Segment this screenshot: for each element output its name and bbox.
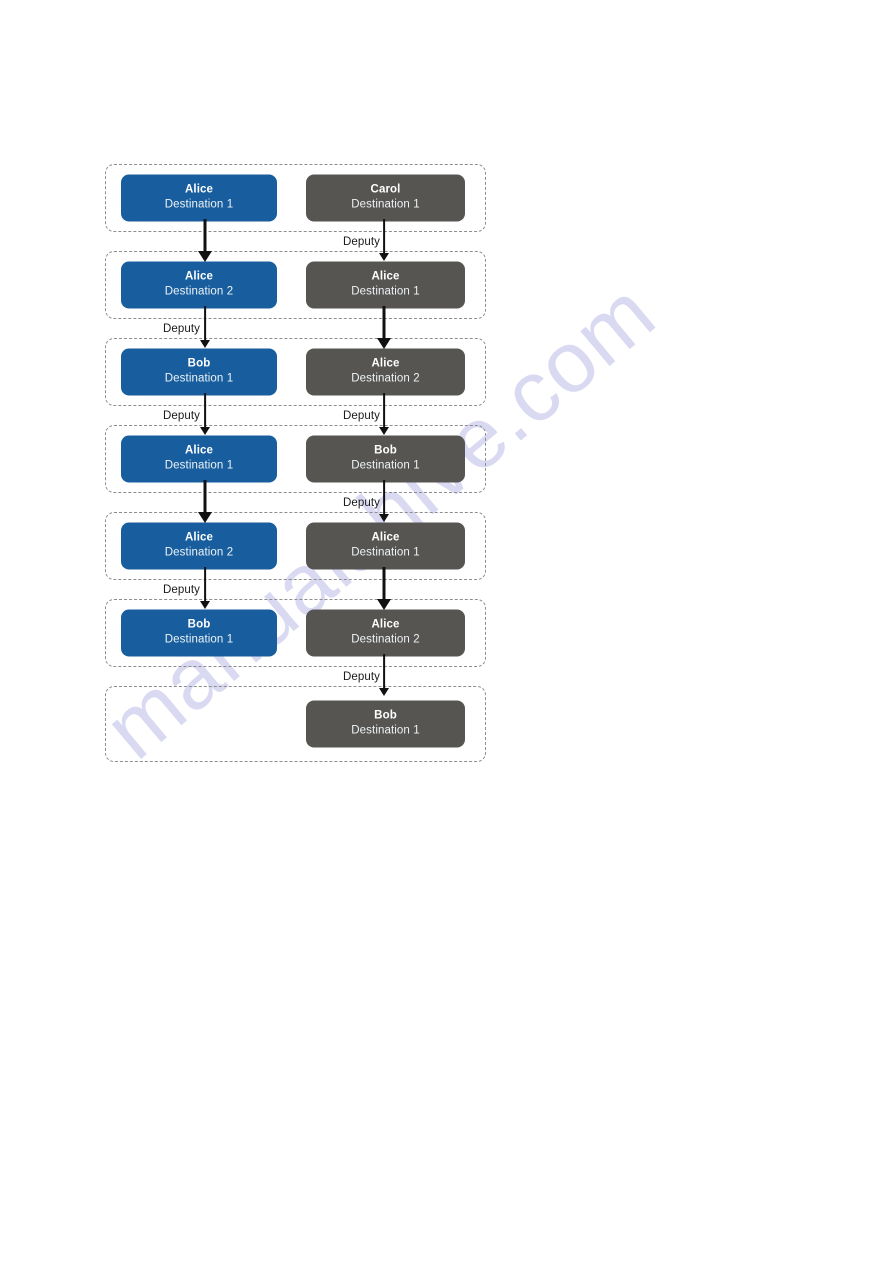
node-right-row4[interactable]: Bob Destination 1 — [306, 435, 465, 483]
node-destination: Destination 1 — [351, 285, 420, 298]
edge-label-right-1-2: Deputy — [343, 236, 381, 248]
node-destination: Destination 1 — [164, 633, 234, 646]
edge-label-right-3-4: Deputy — [343, 410, 381, 422]
node-destination: Destination 2 — [351, 633, 420, 646]
node-name: Alice — [371, 357, 400, 370]
node-left-row6[interactable]: Bob Destination 1 — [121, 609, 277, 657]
node-destination: Destination 1 — [164, 198, 234, 211]
node-left-row5[interactable]: Alice Destination 2 — [121, 522, 277, 570]
node-destination: Destination 2 — [351, 372, 420, 385]
node-left-row4[interactable]: Alice Destination 1 — [121, 435, 277, 483]
node-name: Alice — [371, 531, 400, 544]
diagram-row: Alice Destination 1 Bob Destination 1 — [105, 425, 486, 493]
node-name: Bob — [187, 618, 211, 631]
node-right-row5[interactable]: Alice Destination 1 — [306, 522, 465, 570]
diagram-row: Alice Destination 1 Carol Destination 1 — [105, 164, 486, 232]
node-name: Alice — [371, 270, 400, 283]
node-name: Alice — [185, 270, 213, 283]
node-destination: Destination 1 — [351, 546, 420, 559]
diagram-row: Bob Destination 1 Alice Destination 2 — [105, 599, 486, 667]
node-destination: Destination 1 — [164, 372, 234, 385]
diagram-row: Bob Destination 1 — [105, 686, 486, 762]
node-right-row6[interactable]: Alice Destination 2 — [306, 609, 465, 657]
edge-label-right-6-7: Deputy — [343, 671, 381, 683]
diagram-row: Alice Destination 2 Alice Destination 1 — [105, 512, 486, 580]
node-name: Alice — [185, 531, 213, 544]
edge-label-right-4-5: Deputy — [343, 497, 381, 509]
node-name: Alice — [371, 618, 400, 631]
node-name: Bob — [187, 357, 211, 370]
edge-label-left-3-4: Deputy — [163, 410, 201, 422]
node-left-row2[interactable]: Alice Destination 2 — [121, 261, 277, 309]
node-right-row1[interactable]: Carol Destination 1 — [306, 174, 465, 222]
node-destination: Destination 1 — [351, 724, 420, 737]
node-destination: Destination 2 — [164, 546, 234, 559]
node-name: Bob — [374, 444, 397, 457]
node-right-row7[interactable]: Bob Destination 1 — [306, 700, 465, 748]
node-name: Alice — [185, 183, 213, 196]
node-name: Carol — [370, 183, 401, 196]
node-destination: Destination 1 — [164, 459, 234, 472]
node-left-row3[interactable]: Bob Destination 1 — [121, 348, 277, 396]
node-name: Bob — [374, 709, 397, 722]
edge-label-left-2-3: Deputy — [163, 323, 201, 335]
node-left-row1[interactable]: Alice Destination 1 — [121, 174, 277, 222]
node-destination: Destination 1 — [351, 459, 420, 472]
node-name: Alice — [185, 444, 213, 457]
edge-label-left-5-6: Deputy — [163, 584, 201, 596]
node-destination: Destination 1 — [351, 198, 420, 211]
node-right-row2[interactable]: Alice Destination 1 — [306, 261, 465, 309]
diagram-row: Alice Destination 2 Alice Destination 1 — [105, 251, 486, 319]
deputy-delegation-diagram: Alice Destination 1 Carol Destination 1 … — [105, 164, 486, 762]
diagram-row: Bob Destination 1 Alice Destination 2 — [105, 338, 486, 406]
node-right-row3[interactable]: Alice Destination 2 — [306, 348, 465, 396]
node-destination: Destination 2 — [164, 285, 234, 298]
